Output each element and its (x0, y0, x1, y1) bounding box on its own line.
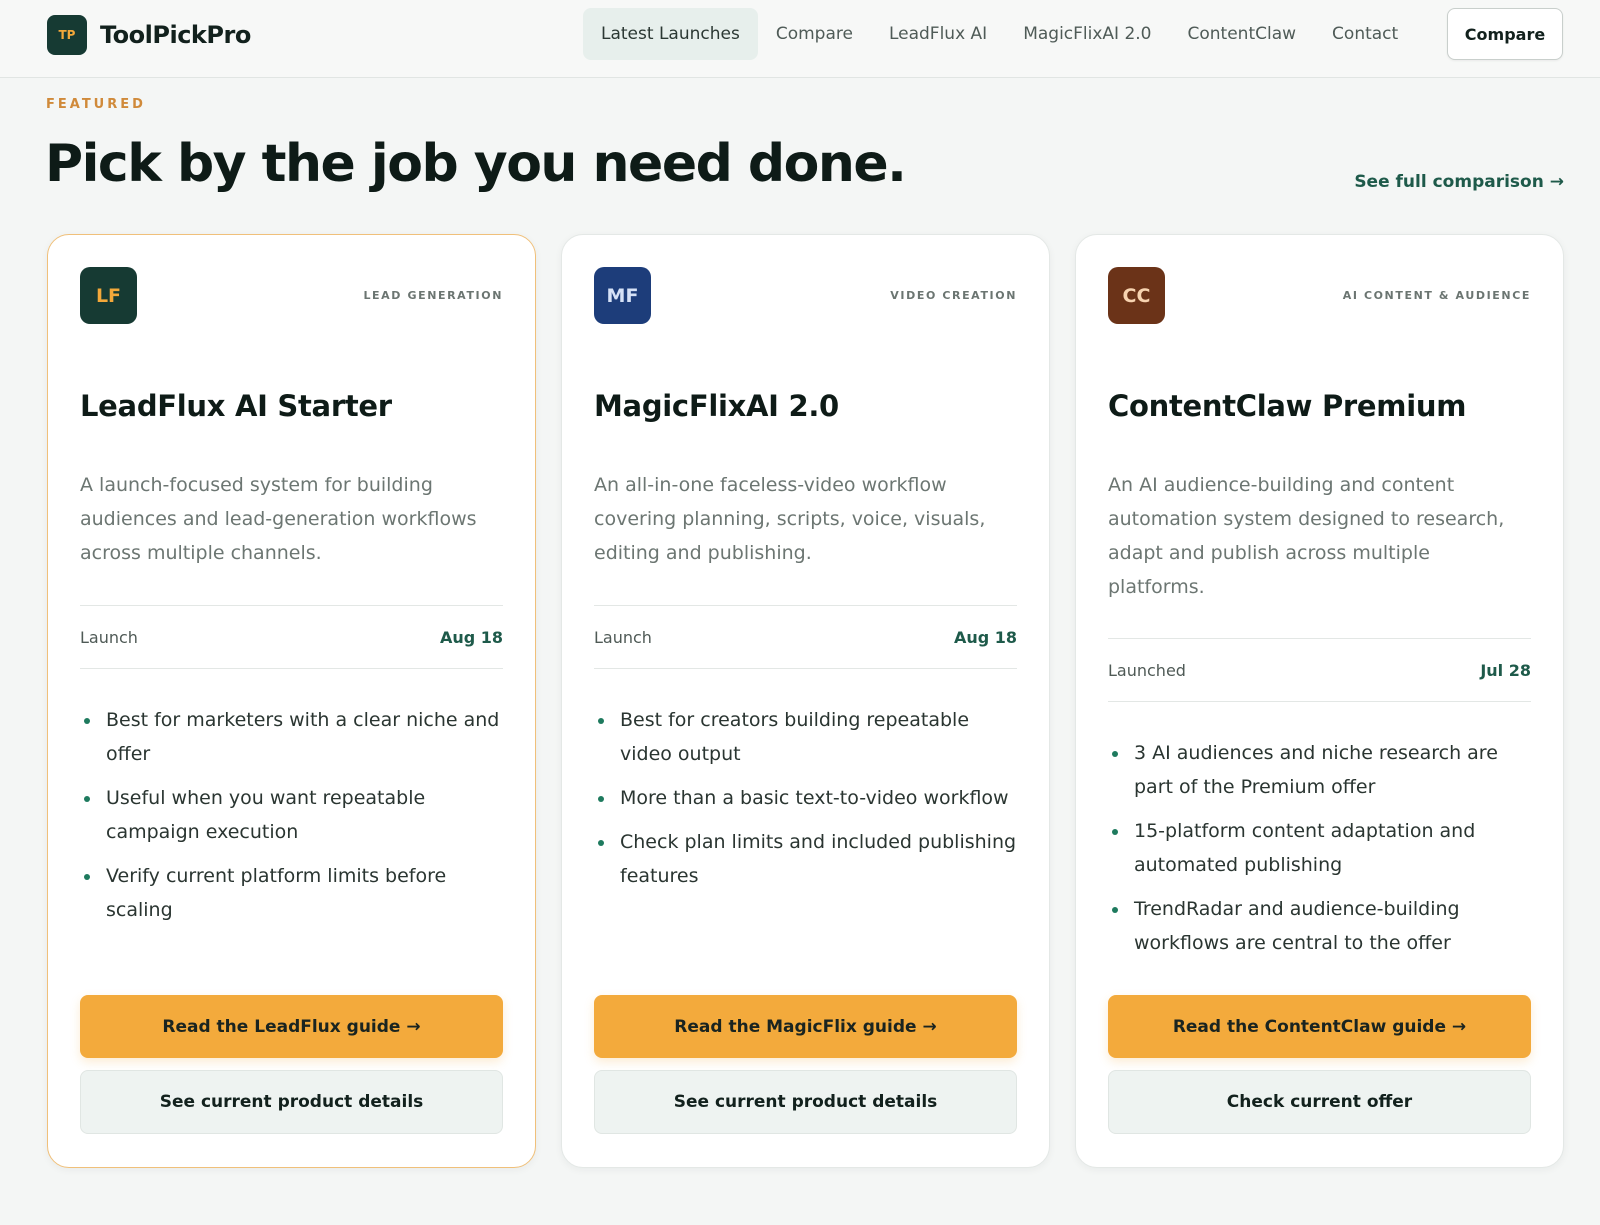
feature-item: Best for creators building repeatable vi… (594, 703, 1017, 771)
compare-button[interactable]: Compare (1447, 8, 1563, 60)
see-full-comparison-link[interactable]: See full comparison → (1354, 172, 1564, 192)
nav-link-contentclaw[interactable]: ContentClaw (1170, 8, 1315, 60)
launch-row: Launch Aug 18 (594, 605, 1017, 669)
product-details-button[interactable]: See current product details (80, 1070, 503, 1134)
feature-list: 3 AI audiences and niche research are pa… (1108, 736, 1531, 970)
feature-list: Best for creators building repeatable vi… (594, 703, 1017, 903)
check-offer-button[interactable]: Check current offer (1108, 1070, 1531, 1134)
product-description: An AI audience-building and content auto… (1108, 474, 1505, 598)
launch-date: Aug 18 (439, 627, 503, 647)
product-title: MagicFlixAI 2.0 (594, 389, 839, 423)
nav-links: Latest Launches Compare LeadFlux AI Magi… (583, 8, 1416, 60)
nav-link-latest-launches[interactable]: Latest Launches (583, 8, 758, 60)
launch-label: Launch (594, 627, 652, 647)
brand-name: ToolPickPro (100, 21, 251, 49)
launch-label: Launched (1108, 660, 1186, 680)
product-card-contentclaw: CC AI CONTENT & AUDIENCE ContentClaw Pre… (1075, 234, 1564, 1168)
read-guide-button[interactable]: Read the MagicFlix guide → (594, 995, 1017, 1058)
read-guide-button[interactable]: Read the ContentClaw guide → (1108, 995, 1531, 1058)
product-card-leadflux: LF LEAD GENERATION LeadFlux AI Starter A… (47, 234, 536, 1168)
brand[interactable]: TP ToolPickPro (47, 15, 251, 55)
feature-item: Check plan limits and included publishin… (594, 825, 1017, 893)
launch-row: Launch Aug 18 (80, 605, 503, 669)
feature-item: Best for marketers with a clear niche an… (80, 703, 503, 771)
product-category: VIDEO CREATION (890, 289, 1017, 302)
page-title: Pick by the job you need done. (45, 134, 907, 194)
product-card-magicflix: MF VIDEO CREATION MagicFlixAI 2.0 An all… (561, 234, 1050, 1168)
launch-date: Jul 28 (1480, 660, 1531, 680)
feature-item: TrendRadar and audience-building workflo… (1108, 892, 1531, 960)
product-details-button[interactable]: See current product details (594, 1070, 1017, 1134)
product-title: LeadFlux AI Starter (80, 389, 392, 423)
product-title: ContentClaw Premium (1108, 389, 1467, 423)
nav-link-magicflix[interactable]: MagicFlixAI 2.0 (1005, 8, 1169, 60)
product-logo-icon: MF (594, 267, 651, 324)
product-description: A launch-focused system for building aud… (80, 474, 477, 564)
feature-item: Verify current platform limits before sc… (80, 859, 503, 927)
feature-list: Best for marketers with a clear niche an… (80, 703, 503, 937)
feature-item: 15-platform content adaptation and autom… (1108, 814, 1531, 882)
product-description: An all-in-one faceless-video workflow co… (594, 474, 986, 564)
product-logo-icon: CC (1108, 267, 1165, 324)
product-logo-icon: LF (80, 267, 137, 324)
launch-date: Aug 18 (953, 627, 1017, 647)
feature-item: Useful when you want repeatable campaign… (80, 781, 503, 849)
product-category: AI CONTENT & AUDIENCE (1342, 289, 1531, 302)
launch-label: Launch (80, 627, 138, 647)
brand-logo-icon: TP (47, 15, 87, 55)
nav-link-leadflux[interactable]: LeadFlux AI (871, 8, 1005, 60)
nav-link-compare[interactable]: Compare (758, 8, 871, 60)
feature-item: 3 AI audiences and niche research are pa… (1108, 736, 1531, 804)
read-guide-button[interactable]: Read the LeadFlux guide → (80, 995, 503, 1058)
section-eyebrow: FEATURED (46, 97, 146, 112)
launch-row: Launched Jul 28 (1108, 638, 1531, 702)
feature-item: More than a basic text-to-video workflow (594, 781, 1017, 815)
product-category: LEAD GENERATION (363, 289, 503, 302)
nav-link-contact[interactable]: Contact (1314, 8, 1416, 60)
top-nav: TP ToolPickPro Latest Launches Compare L… (0, 0, 1600, 78)
